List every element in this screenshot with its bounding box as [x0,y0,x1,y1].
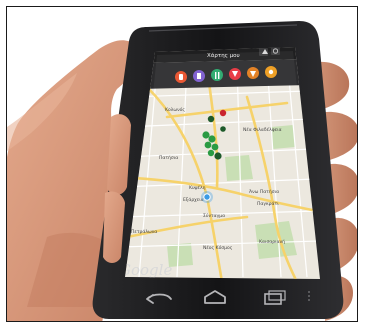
map-marker[interactable] [207,115,215,123]
map-marker[interactable] [214,152,222,160]
scene: Κολωνός Νέα Φιλαδέλφεια Πατήσια Κυψέλη Ε… [7,21,357,321]
map-label: Σύνταγμα [203,212,225,219]
map-marker[interactable] [208,135,216,143]
map-label: Νέος Κόσμος [203,244,233,251]
google-logo: Google [119,261,172,279]
map-label: Εξάρχεια [183,196,204,203]
current-location-icon[interactable] [201,191,213,203]
map-marker[interactable] [219,109,227,117]
map-label: Πατήσια [159,154,178,161]
map-label: Παγκράτι [257,200,279,207]
map-marker[interactable] [204,141,212,149]
map-marker[interactable] [202,131,210,139]
photo-frame: Κολωνός Νέα Φιλαδέλφεια Πατήσια Κυψέλη Ε… [6,6,358,322]
map-label: Νέα Φιλαδέλφεια [243,126,282,133]
map-label: Κυψέλη [189,184,206,191]
map-marker[interactable] [211,143,219,151]
map-label: Άνω Πατήσια [249,188,279,195]
map-label: Καισαριανή [259,238,285,245]
map-label: Πετράλωνα [131,228,157,235]
map-marker[interactable] [207,149,215,157]
map-label: Κολωνός [165,106,185,113]
menu-icon[interactable] [308,291,310,301]
map-marker[interactable] [220,126,226,132]
